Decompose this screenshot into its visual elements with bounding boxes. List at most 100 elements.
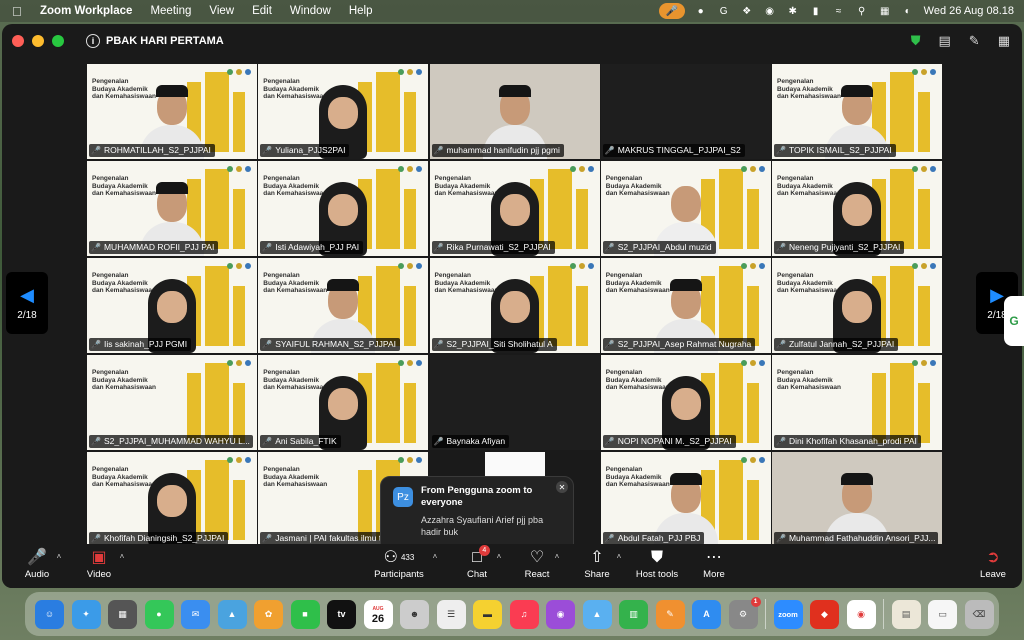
messages-icon[interactable]: ● (144, 599, 174, 629)
participant-tile[interactable]: Pengenalan Budaya Akademik dan Kemahasiswa… (258, 64, 429, 159)
grammarly-icon[interactable]: G (717, 4, 731, 18)
facetime-icon[interactable]: ■ (290, 599, 320, 629)
launchpad-icon[interactable]: ▦ (108, 599, 137, 629)
record-icon[interactable]: ◉ (763, 4, 777, 18)
maps-icon[interactable]: ▲ (217, 599, 247, 629)
spotlight-search-icon[interactable]: ⚲ (855, 4, 869, 18)
close-icon[interactable]: ✕ (556, 481, 568, 493)
menu-edit[interactable]: Edit (252, 5, 272, 17)
contacts-icon[interactable]: ☻ (400, 599, 429, 629)
notes-icon[interactable]: ▤ (939, 33, 951, 49)
safari-icon[interactable]: ✦ (71, 599, 101, 629)
microphone-in-use-icon[interactable]: 🎤 (658, 3, 685, 19)
apple-icon[interactable]:  (12, 4, 26, 19)
meeting-info[interactable]: i PBAK HARI PERTAMA (86, 34, 224, 48)
wifi-icon[interactable]: ≈ (832, 4, 846, 18)
participant-name: Yuliana_PJJS2PAI (275, 145, 346, 155)
control-center-icon[interactable]: ▦ (878, 4, 892, 18)
participant-tile[interactable]: 🎤 MAKRUS TINGGAL_PJJPAI_S2 (600, 64, 771, 159)
participant-tile[interactable]: Pengenalan Budaya Akademik dan Kemahasiswa… (429, 258, 600, 353)
anydesk-icon[interactable]: ◆ (810, 599, 839, 629)
chat-options-caret[interactable]: ˄ (494, 544, 504, 588)
status-icon-2[interactable]: ❖ (740, 4, 754, 18)
video-label: Video (86, 569, 112, 580)
participant-tile[interactable]: Pengenalan Budaya Akademik dan Kemahasiswa… (600, 452, 771, 547)
reminders-icon[interactable]: ☰ (436, 599, 466, 629)
chrome-icon[interactable]: ◉ (846, 599, 876, 629)
window-preview-icon[interactable]: ▭ (928, 599, 957, 629)
status-icon-1[interactable]: ● (694, 4, 708, 18)
participant-tile[interactable]: 🎤 Muhammad Fathahuddin Ansori_PJJ... (772, 452, 942, 547)
participant-tile[interactable]: Pengenalan Budaya Akademik dan Kemahasiswa… (429, 161, 600, 256)
participant-tile[interactable]: Pengenalan Budaya Akademik dan Kemahasiswa… (87, 64, 257, 159)
trash-icon[interactable]: ⌫ (964, 599, 994, 629)
finder-icon[interactable]: ☺ (35, 599, 64, 629)
participant-tile[interactable]: Pengenalan Budaya Akademik dan Kemahasiswa… (772, 355, 942, 450)
podcasts-icon[interactable]: ◉ (546, 599, 575, 629)
close-window-button[interactable] (12, 35, 24, 47)
battery-icon[interactable]: ▮ (809, 4, 823, 18)
participant-tile[interactable]: Pengenalan Budaya Akademik dan Kemahasiswa… (87, 258, 257, 353)
zoom-app-icon[interactable]: zoom (773, 599, 803, 629)
menu-meeting[interactable]: Meeting (150, 5, 191, 17)
share-options-caret[interactable]: ˄ (614, 544, 624, 588)
leave-button[interactable]: ➲ Leave (979, 544, 1007, 588)
participant-tile[interactable]: Pengenalan Budaya Akademik dan Kemahasiswa… (600, 258, 771, 353)
photos-icon[interactable]: ✿ (254, 599, 283, 629)
participants-button[interactable]: ⚇ 433 Participants (370, 544, 428, 588)
share-button[interactable]: ⇧ Share (582, 544, 612, 588)
audio-button[interactable]: 🎤 Audio (20, 544, 54, 588)
audio-options-caret[interactable]: ˄ (54, 544, 64, 588)
gallery-view-icon[interactable]: ▦ (998, 33, 1010, 49)
chat-button[interactable]: □ 4 Chat (462, 544, 492, 588)
participants-options-caret[interactable]: ˄ (430, 544, 440, 588)
participant-tile[interactable]: Pengenalan Budaya Akademik dan Kemahasiswa… (258, 258, 429, 353)
shield-check-icon[interactable]: ⛊ (911, 33, 921, 49)
music-icon[interactable]: ♫ (509, 599, 539, 629)
slide-gold-graphic (872, 373, 886, 443)
react-button[interactable]: ♡ React (522, 544, 552, 588)
participant-tile[interactable]: Pengenalan Budaya Akademik dan Kemahasiswa… (258, 161, 429, 256)
participant-tile[interactable]: Pengenalan Budaya Akademik dan Kemahasiswa… (87, 161, 257, 256)
video-button[interactable]: ▣ Video (82, 544, 116, 588)
pages-icon[interactable]: ✎ (655, 599, 685, 629)
keynote-icon[interactable]: ▲ (582, 599, 612, 629)
zoom-window-button[interactable] (52, 35, 64, 47)
system-settings-icon[interactable]: ⚙ 1 (728, 596, 761, 629)
apple-tv-icon[interactable]: tv (327, 599, 356, 629)
host-tools-button[interactable]: ⛊ Host tools (634, 544, 680, 588)
siri-icon[interactable]: ◐ (901, 4, 915, 18)
more-button[interactable]: ⋯ More (700, 544, 728, 588)
participant-name: Iis sakinah_PJJ PGMI (103, 339, 188, 349)
slide-gold-graphic (547, 266, 572, 346)
participant-tile[interactable]: Pengenalan Budaya Akademik dan Kemahasiswa… (772, 258, 942, 353)
mail-icon[interactable]: ✉ (181, 599, 210, 629)
notes-app-icon[interactable]: ▬ (473, 599, 502, 629)
participant-tile[interactable]: 🎤 Baynaka Afiyan (429, 355, 600, 450)
participant-tile[interactable]: Pengenalan Budaya Akademik dan Kemahasiswa… (600, 355, 771, 450)
grammarly-side-tab[interactable]: G (1004, 296, 1024, 346)
pencil-icon[interactable]: ✎ (969, 33, 980, 49)
calendar-icon[interactable]: AUG 26 (363, 599, 393, 629)
app-menu-zoom[interactable]: Zoom Workplace (40, 5, 132, 17)
video-options-caret[interactable]: ˄ (117, 544, 127, 588)
downloads-stack-icon[interactable]: ▤ (891, 599, 921, 629)
menu-help[interactable]: Help (349, 5, 373, 17)
bluetooth-icon[interactable]: ✱ (786, 4, 800, 18)
numbers-icon[interactable]: ▥ (619, 599, 648, 629)
participant-tile[interactable]: Pengenalan Budaya Akademik dan Kemahasiswa… (87, 355, 257, 450)
menu-window[interactable]: Window (290, 5, 331, 17)
participant-tile[interactable]: Pengenalan Budaya Akademik dan Kemahasiswa… (600, 161, 771, 256)
react-options-caret[interactable]: ˄ (552, 544, 562, 588)
app-store-icon[interactable]: A (692, 599, 721, 629)
participant-tile[interactable]: Pengenalan Budaya Akademik dan Kemahasiswa… (87, 452, 257, 547)
menu-view[interactable]: View (209, 5, 234, 17)
minimize-window-button[interactable] (32, 35, 44, 47)
slide-gold-graphic (205, 363, 229, 443)
participant-tile[interactable]: Pengenalan Budaya Akademik dan Kemahasiswa… (258, 355, 429, 450)
participant-tile[interactable]: Pengenalan Budaya Akademik dan Kemahasiswa… (772, 64, 942, 159)
participant-tile[interactable]: Pengenalan Budaya Akademik dan Kemahasiswa… (772, 161, 942, 256)
clock[interactable]: Wed 26 Aug 08.18 (924, 5, 1014, 17)
participant-tile[interactable]: 🎤 muhammad hanifudin pjj pgmi (429, 64, 600, 159)
previous-page-button[interactable]: ◀ 2/18 (6, 272, 48, 334)
